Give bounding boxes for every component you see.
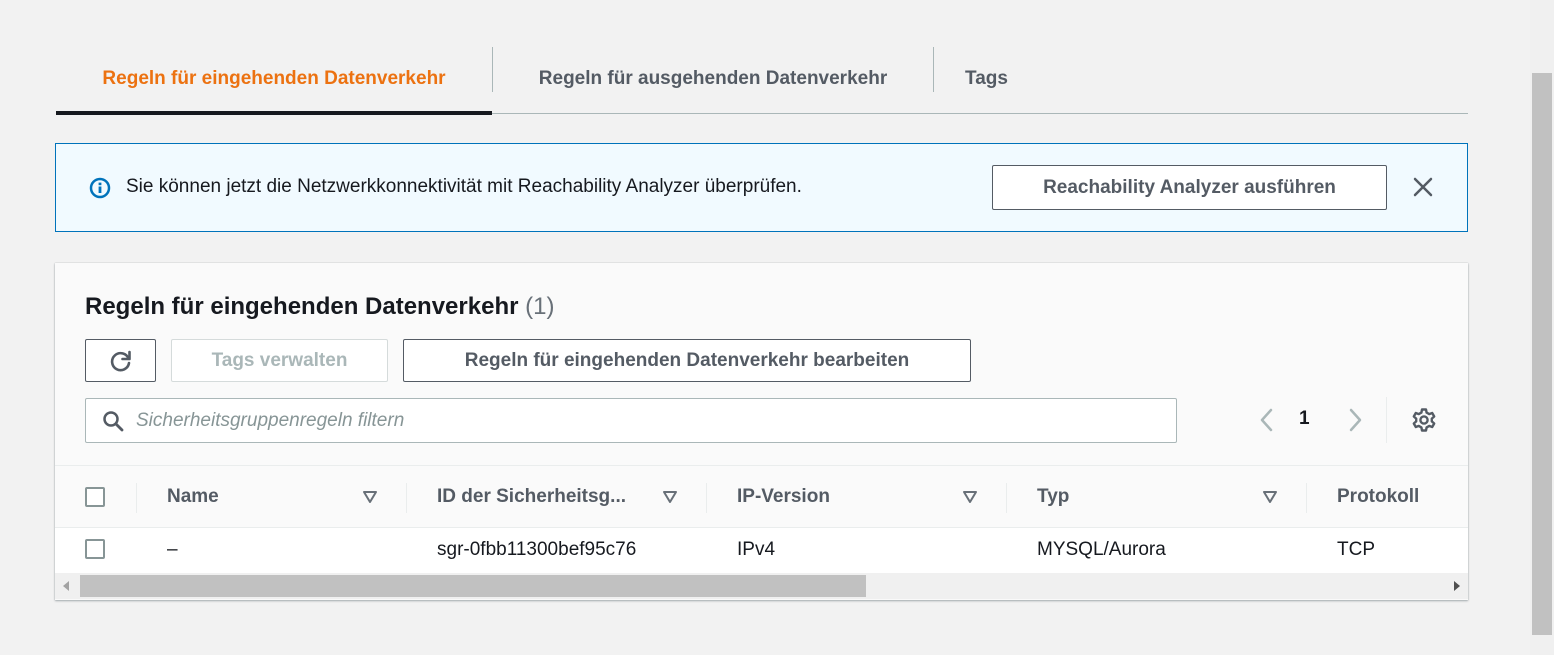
close-icon[interactable] <box>1412 176 1434 198</box>
column-divider <box>1006 483 1007 513</box>
vertical-scrollbar-thumb[interactable] <box>1532 73 1552 635</box>
cell-security-group-rule-id: sgr-0fbb11300bef95c76 <box>437 539 637 560</box>
cell-type: MYSQL/Aurora <box>1037 539 1166 560</box>
panel-title: Regeln für eingehenden Datenverkehr (1) <box>85 293 554 321</box>
pagination-current-page[interactable]: 1 <box>1299 408 1310 430</box>
sort-down-icon[interactable] <box>661 488 679 506</box>
tab-inbound-rules[interactable]: Regeln für eingehenden Datenverkehr <box>56 44 492 115</box>
cell-ip-version: IPv4 <box>737 539 776 560</box>
gear-icon[interactable] <box>1411 407 1437 433</box>
table-header: Name ID der Sicherheitsg... IP-Version T… <box>55 465 1468 528</box>
refresh-button[interactable] <box>85 339 156 382</box>
row-checkbox[interactable] <box>85 539 105 559</box>
scroll-left-arrow-icon[interactable] <box>61 580 71 592</box>
column-header-protocol[interactable]: Protokoll <box>1337 466 1419 527</box>
sort-down-icon[interactable] <box>361 488 379 506</box>
rule-count: (1) <box>525 293 555 320</box>
column-divider <box>406 483 407 513</box>
manage-tags-button[interactable]: Tags verwalten <box>171 339 388 382</box>
horizontal-scrollbar-thumb[interactable] <box>80 575 866 597</box>
cell-protocol: TCP <box>1337 539 1375 560</box>
pagination-divider <box>1386 397 1387 443</box>
column-divider <box>706 483 707 513</box>
column-divider <box>136 483 137 513</box>
search-input[interactable] <box>136 399 1166 442</box>
page-vertical-scrollbar[interactable] <box>1530 0 1554 655</box>
tab-bar: Regeln für eingehenden Datenverkehr Rege… <box>56 44 1468 115</box>
tab-tags[interactable]: Tags <box>934 44 1039 113</box>
banner-message: Sie können jetzt die Netzwerkkonnektivit… <box>126 176 802 197</box>
edit-inbound-rules-button[interactable]: Regeln für eingehenden Datenverkehr bear… <box>403 339 971 382</box>
table-row: – sgr-0fbb11300bef95c76 IPv4 MYSQL/Auror… <box>55 528 1468 573</box>
column-divider <box>1306 483 1307 513</box>
sort-down-icon[interactable] <box>1261 488 1279 506</box>
horizontal-scrollbar[interactable] <box>55 573 1468 599</box>
refresh-icon <box>110 350 131 371</box>
chevron-right-icon[interactable] <box>1343 407 1367 433</box>
chevron-left-icon[interactable] <box>1255 407 1279 433</box>
column-header-ip-version[interactable]: IP-Version <box>737 466 830 527</box>
scroll-right-arrow-icon[interactable] <box>1452 580 1462 592</box>
info-icon <box>89 177 111 199</box>
inbound-rules-panel: Regeln für eingehenden Datenverkehr (1) … <box>55 263 1468 600</box>
column-header-type[interactable]: Typ <box>1037 466 1069 527</box>
sort-down-icon[interactable] <box>961 488 979 506</box>
select-all-checkbox[interactable] <box>85 487 105 507</box>
column-header-name[interactable]: Name <box>167 466 219 527</box>
info-banner: Sie können jetzt die Netzwerkkonnektivit… <box>55 143 1468 232</box>
column-header-security-group-rule-id[interactable]: ID der Sicherheitsg... <box>437 466 626 527</box>
run-reachability-analyzer-button[interactable]: Reachability Analyzer ausführen <box>992 165 1387 210</box>
tab-outbound-rules[interactable]: Regeln für ausgehenden Datenverkehr <box>493 44 933 113</box>
search-icon <box>103 411 124 432</box>
cell-name: – <box>167 539 178 560</box>
filter-search <box>85 398 1177 443</box>
panel-title-text: Regeln für eingehenden Datenverkehr <box>85 293 519 320</box>
